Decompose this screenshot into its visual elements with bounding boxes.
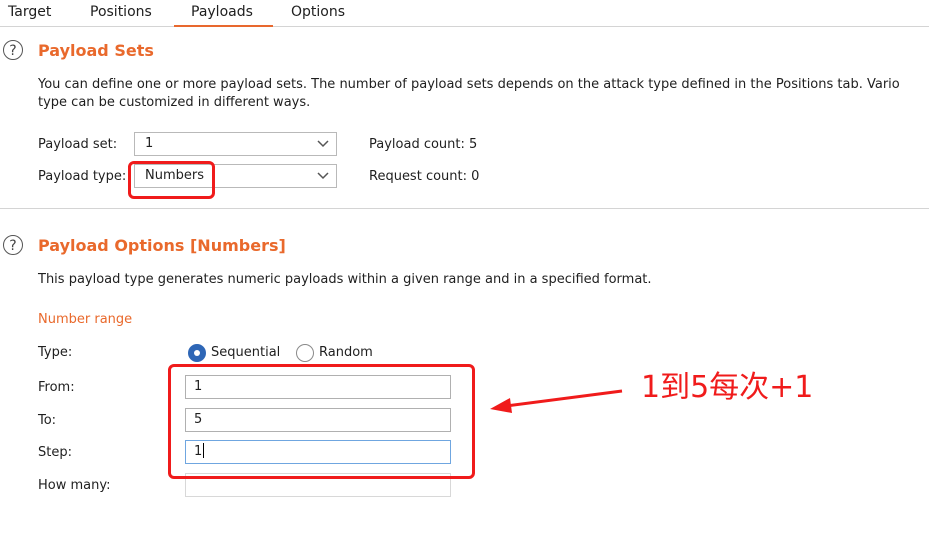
to-label: To: — [38, 413, 57, 428]
highlight-box-payload-type — [128, 161, 215, 199]
tab-payloads[interactable]: Payloads — [174, 2, 273, 27]
payload-options-title: Payload Options [Numbers] — [38, 236, 286, 255]
radio-sequential-label[interactable]: Sequential — [211, 345, 280, 360]
payload-options-desc: This payload type generates numeric payl… — [38, 272, 652, 287]
payload-sets-title: Payload Sets — [38, 41, 154, 60]
tab-bar: Target Positions Payloads Options — [0, 0, 929, 27]
payload-sets-desc-line1: You can define one or more payload sets.… — [38, 77, 900, 92]
payload-type-label: Payload type: — [38, 169, 127, 184]
payload-set-value: 1 — [145, 136, 154, 151]
how-many-label: How many: — [38, 478, 111, 493]
help-icon[interactable]: ? — [3, 235, 23, 255]
annotation-text: 1到5每次+1 — [641, 370, 814, 405]
step-label: Step: — [38, 445, 72, 460]
radio-sequential[interactable] — [188, 344, 206, 362]
help-icon[interactable]: ? — [3, 40, 23, 60]
request-count: Request count: 0 — [369, 169, 480, 184]
tab-target[interactable]: Target — [8, 2, 51, 24]
type-label: Type: — [38, 345, 73, 360]
chevron-down-icon — [317, 140, 329, 148]
tab-options[interactable]: Options — [291, 2, 345, 24]
payload-set-label: Payload set: — [38, 137, 118, 152]
from-label: From: — [38, 380, 75, 395]
section-divider — [0, 208, 929, 209]
highlight-box-number-range — [168, 364, 475, 479]
number-range-heading: Number range — [38, 312, 133, 327]
tab-positions[interactable]: Positions — [90, 2, 152, 24]
radio-random-label[interactable]: Random — [319, 345, 373, 360]
payload-sets-desc-line2: type can be customized in different ways… — [38, 95, 311, 110]
radio-random[interactable] — [296, 344, 314, 362]
red-arrow-icon — [490, 389, 623, 413]
payload-set-select[interactable]: 1 — [134, 132, 337, 156]
chevron-down-icon — [317, 172, 329, 180]
payload-count: Payload count: 5 — [369, 137, 478, 152]
